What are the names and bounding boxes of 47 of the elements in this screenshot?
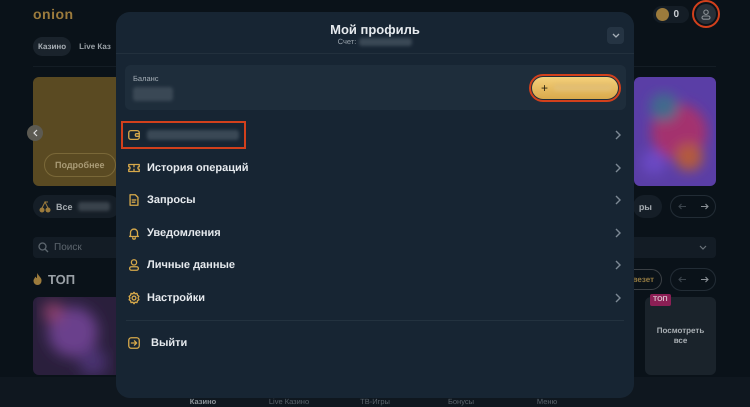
coin-balance[interactable]: 0 [653,6,689,22]
wallet-icon [127,128,141,142]
document-icon [127,193,141,208]
chevron-right-icon [615,162,621,173]
chevron-right-icon [615,292,621,303]
caret-icon [699,245,707,250]
chevron-right-icon [615,228,621,238]
menu-item[interactable]: Уведомления [124,216,621,249]
menu-item[interactable] [124,119,621,152]
bell-icon [127,226,141,240]
arrow-right-icon [700,276,708,282]
menu-label: Настройки [147,292,206,304]
menu-item[interactable]: История операций [124,152,621,184]
nav-tab[interactable]: Казино [33,37,72,56]
menu-label: Личные данные [147,259,235,272]
arrow-left-icon [678,203,686,210]
logo[interactable]: onion [33,6,74,22]
previous-arrow-button[interactable] [27,125,43,141]
collapse-button[interactable] [607,27,624,44]
person-icon [127,258,141,272]
menu-label: Уведомления [147,226,221,239]
nav-tab[interactable]: Live Каз [74,37,116,56]
menu-label: История операций [147,162,249,174]
arrow-right-icon [700,203,708,210]
redacted-text [359,38,412,46]
flame-icon [33,273,42,285]
exit-icon [127,336,141,350]
modal-title: Мой профиль [330,22,420,37]
chevron-down-icon [612,33,620,38]
arrow-left-icon [678,276,686,282]
chevron-right-icon [615,130,621,140]
category-chip[interactable]: ры [632,195,662,218]
coin-icon [656,8,670,20]
search-icon [38,242,49,253]
chevron-right-icon [615,260,621,270]
cherry-icon [39,200,51,212]
menu-label: Запросы [147,194,196,206]
settings-icon [127,290,141,305]
logout-button[interactable]: Выйти [116,321,188,365]
menu-item[interactable]: Запросы [124,184,621,216]
profile-button[interactable] [696,4,716,24]
section-title: ТОП [48,272,76,286]
deposit-button[interactable]: + [532,76,618,98]
chevron-left-icon [32,129,38,137]
redacted-text [133,87,173,101]
chevron-right-icon [615,195,621,206]
person-icon [701,8,711,20]
